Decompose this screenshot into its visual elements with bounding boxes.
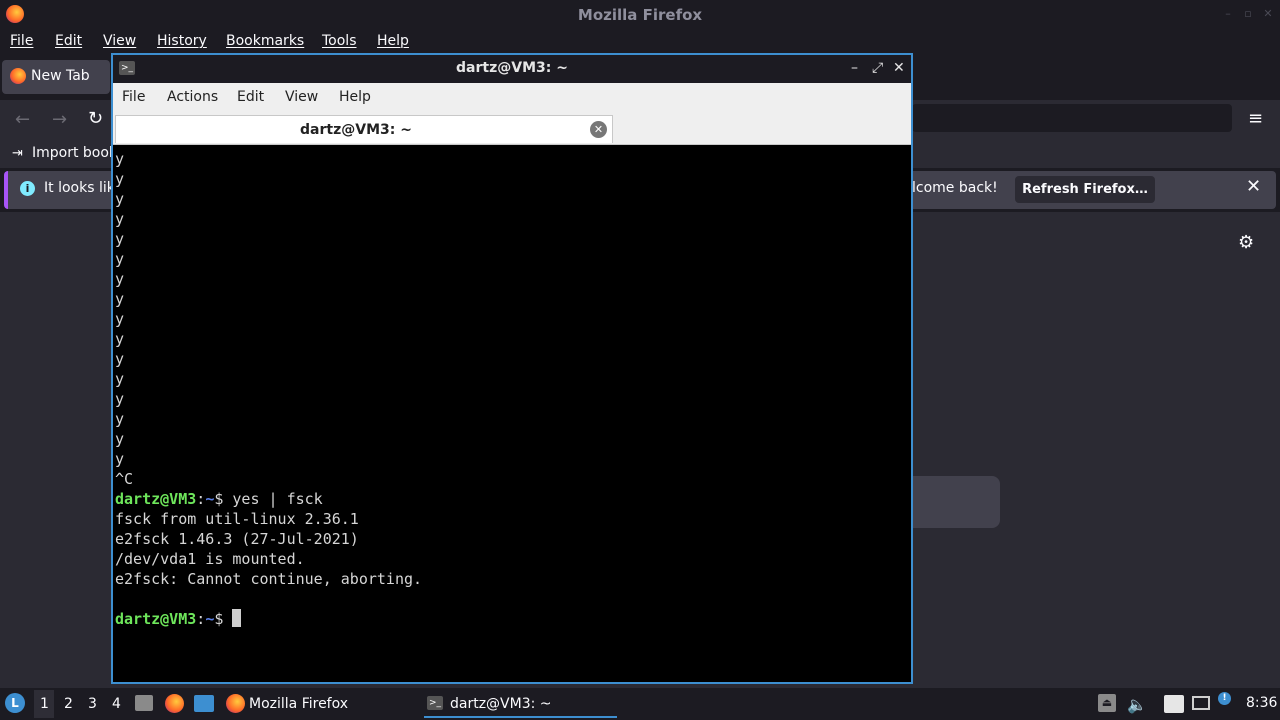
close-tab-icon[interactable]: ✕ bbox=[590, 121, 607, 138]
command-output-line: e2fsck: Cannot continue, aborting. bbox=[115, 570, 423, 588]
output-line: y bbox=[115, 330, 125, 348]
terminal-menu-file[interactable]: File bbox=[122, 89, 145, 105]
minimize-icon[interactable]: – bbox=[851, 60, 858, 76]
menu-history[interactable]: History bbox=[157, 33, 207, 49]
prompt-user: dartz@VM3 bbox=[115, 610, 197, 628]
output-line: y bbox=[115, 410, 125, 428]
output-line: y bbox=[115, 430, 125, 448]
prompt-symbol: $ bbox=[214, 490, 224, 508]
command-output-line: /dev/vda1 is mounted. bbox=[115, 550, 305, 568]
tab-label: New Tab bbox=[31, 68, 90, 84]
back-arrow-icon[interactable]: ← bbox=[15, 109, 30, 130]
terminal-task-icon: >_ bbox=[427, 696, 443, 710]
import-icon: ⇥ bbox=[12, 146, 23, 161]
output-line: y bbox=[115, 290, 125, 308]
prompt-separator: : bbox=[196, 490, 206, 508]
minimize-icon[interactable]: – bbox=[1222, 8, 1234, 20]
output-line: y bbox=[115, 350, 125, 368]
url-bar[interactable] bbox=[912, 104, 1232, 132]
active-prompt-line: dartz@VM3:~$ bbox=[115, 609, 910, 629]
workspace-1[interactable]: 1 bbox=[40, 696, 49, 712]
taskbar-terminal-task[interactable]: dartz@VM3: ~ bbox=[450, 696, 552, 712]
prompt-path: ~ bbox=[205, 490, 215, 508]
menu-edit[interactable]: Edit bbox=[55, 33, 82, 49]
terminal-menu-edit[interactable]: Edit bbox=[237, 89, 264, 105]
terminal-menubar bbox=[113, 83, 911, 113]
import-bookmarks-button[interactable]: Import book bbox=[32, 145, 117, 161]
menu-help[interactable]: Help bbox=[377, 33, 409, 49]
taskbar-firefox-task[interactable]: Mozilla Firefox bbox=[249, 696, 348, 712]
prompt-path: ~ bbox=[205, 610, 215, 628]
refresh-firefox-button[interactable]: Refresh Firefox… bbox=[1015, 176, 1155, 203]
output-line: y bbox=[115, 250, 125, 268]
newtab-search-box[interactable] bbox=[912, 476, 1000, 528]
output-line: y bbox=[115, 450, 125, 468]
notification-welcome-text: lcome back! bbox=[912, 180, 998, 196]
command-output-line: e2fsck 1.46.3 (27-Jul-2021) bbox=[115, 530, 359, 548]
menu-bookmarks[interactable]: Bookmarks bbox=[226, 33, 304, 49]
output-line: y bbox=[115, 230, 125, 248]
forward-arrow-icon[interactable]: → bbox=[52, 109, 67, 130]
terminal-menu-actions[interactable]: Actions bbox=[167, 89, 218, 105]
close-icon[interactable]: ✕ bbox=[893, 60, 905, 76]
firefox-tab-icon bbox=[10, 68, 26, 84]
command-text: yes | fsck bbox=[232, 490, 323, 508]
output-line: y bbox=[115, 170, 125, 188]
terminal-window: >_ dartz@VM3: ~ – ⤢ ✕ File Actions Edit … bbox=[111, 53, 913, 684]
output-line: ^C bbox=[115, 470, 134, 488]
terminal-tab[interactable]: dartz@VM3: ~ ✕ bbox=[115, 115, 613, 143]
terminal-output[interactable]: y y y y y y y y y y y y y y y y ^C dartz@VM3:~$ yes | fsc… bbox=[114, 148, 910, 682]
command-output: fsck from util-linux 2.36.1 e2fsck 1.46.3… bbox=[115, 509, 910, 589]
gear-icon[interactable]: ⚙ bbox=[1238, 232, 1254, 253]
taskbar-clock[interactable]: 8:36 bbox=[1246, 695, 1277, 711]
file-manager-icon[interactable] bbox=[135, 695, 153, 711]
command-output-line: fsck from util-linux 2.36.1 bbox=[115, 510, 359, 528]
output-line: y bbox=[115, 370, 125, 388]
output-line: y bbox=[115, 310, 125, 328]
terminal-tab-label: dartz@VM3: ~ bbox=[300, 122, 412, 138]
prompt-separator: : bbox=[196, 610, 206, 628]
desktop-icon[interactable] bbox=[194, 695, 214, 712]
close-icon[interactable]: ✕ bbox=[1262, 8, 1274, 20]
terminal-menu-help[interactable]: Help bbox=[339, 89, 371, 105]
firefox-window-title: Mozilla Firefox bbox=[577, 6, 703, 24]
active-task-indicator bbox=[424, 716, 617, 718]
terminal-menu-view[interactable]: View bbox=[285, 89, 318, 105]
taskbar bbox=[0, 688, 1280, 720]
reload-icon[interactable]: ↻ bbox=[88, 108, 103, 129]
workspace-2[interactable]: 2 bbox=[64, 696, 73, 712]
menu-file[interactable]: File bbox=[10, 33, 33, 49]
terminal-history: y y y y y y y y y y y y y y y y ^C bbox=[115, 149, 910, 489]
maximize-icon[interactable]: ⤢ bbox=[872, 60, 883, 76]
clipboard-icon[interactable] bbox=[1164, 695, 1184, 713]
menu-view[interactable]: View bbox=[103, 33, 136, 49]
notification-text: It looks lik bbox=[44, 180, 115, 196]
text-cursor bbox=[232, 609, 242, 627]
maximize-icon[interactable]: ▫ bbox=[1242, 8, 1254, 20]
workspace-3[interactable]: 3 bbox=[88, 696, 97, 712]
volume-icon[interactable]: 🔈 bbox=[1127, 695, 1147, 714]
output-line: y bbox=[115, 390, 125, 408]
close-notification-icon[interactable]: ✕ bbox=[1246, 176, 1261, 197]
workspace-4[interactable]: 4 bbox=[112, 696, 121, 712]
output-line: y bbox=[115, 190, 125, 208]
output-line: y bbox=[115, 150, 125, 168]
firefox-task-icon bbox=[226, 694, 245, 713]
terminal-window-title: dartz@VM3: ~ bbox=[456, 60, 568, 76]
start-menu-icon[interactable]: L bbox=[5, 693, 25, 713]
eject-icon[interactable]: ⏏ bbox=[1098, 694, 1116, 712]
notification-icon[interactable]: ! bbox=[1218, 692, 1231, 705]
output-line: y bbox=[115, 210, 125, 228]
prompt-user: dartz@VM3 bbox=[115, 490, 197, 508]
menu-tools[interactable]: Tools bbox=[322, 33, 357, 49]
prompt-symbol: $ bbox=[214, 610, 224, 628]
hamburger-menu-icon[interactable]: ≡ bbox=[1248, 108, 1263, 129]
firefox-launcher-icon[interactable] bbox=[165, 694, 184, 713]
info-icon: i bbox=[20, 181, 35, 196]
command-line: dartz@VM3:~$ yes | fsck bbox=[115, 489, 910, 509]
output-line: y bbox=[115, 270, 125, 288]
network-icon[interactable] bbox=[1192, 696, 1210, 710]
